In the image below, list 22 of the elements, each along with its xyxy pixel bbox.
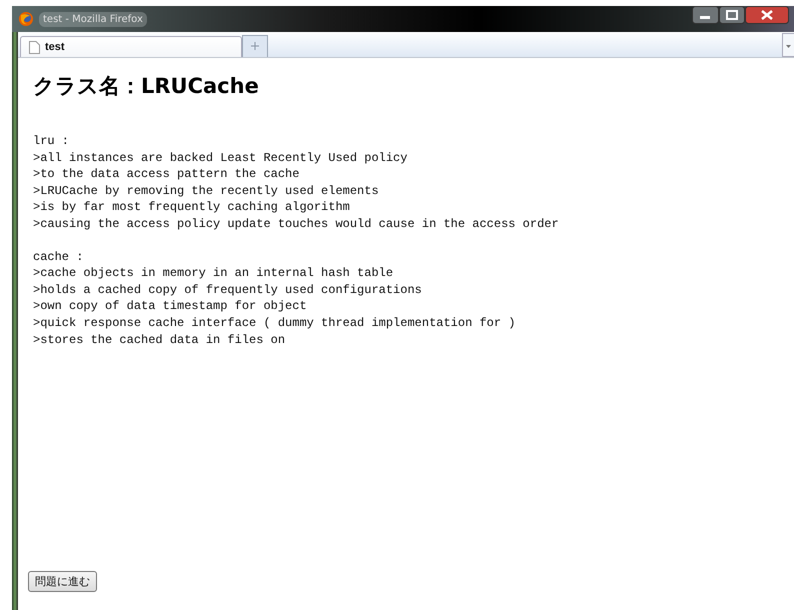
text-line: >all instances are backed Least Recently Used policy — [33, 150, 408, 166]
section-label: lru : — [33, 133, 70, 150]
proceed-button[interactable]: 問題に進む — [28, 571, 97, 592]
firefox-logo-icon — [18, 11, 34, 27]
text-line: >causing the access policy update touches would cause in the access order — [33, 216, 559, 233]
text-line: >LRUCache by removing the recently used elements — [33, 182, 379, 200]
text-line: >stores the cached data in files on — [33, 332, 286, 348]
page-icon — [29, 40, 40, 54]
text-line: >own copy of data timestamp for object — [33, 298, 307, 315]
tab-list-button[interactable] — [782, 33, 794, 57]
text-line: >is by far most frequently caching algorithm — [33, 199, 350, 216]
section-label: cache : — [33, 248, 84, 266]
browser-tab[interactable]: test — [20, 36, 242, 57]
text-line: >holds a cached copy of frequently used configurations — [33, 282, 422, 298]
close-button[interactable] — [745, 6, 789, 24]
text-line: >cache objects in memory in an internal hash table — [33, 265, 394, 282]
maximize-button[interactable] — [719, 6, 745, 24]
page-heading: クラス名：LRUCache — [33, 73, 259, 100]
window-title: test - Mozilla Firefox — [39, 12, 147, 26]
text-line: >quick response cache interface ( dummy thread implementation for ) — [33, 314, 516, 332]
text-line: >to the data access pattern the cache — [33, 166, 300, 183]
minimize-button[interactable] — [692, 6, 719, 24]
